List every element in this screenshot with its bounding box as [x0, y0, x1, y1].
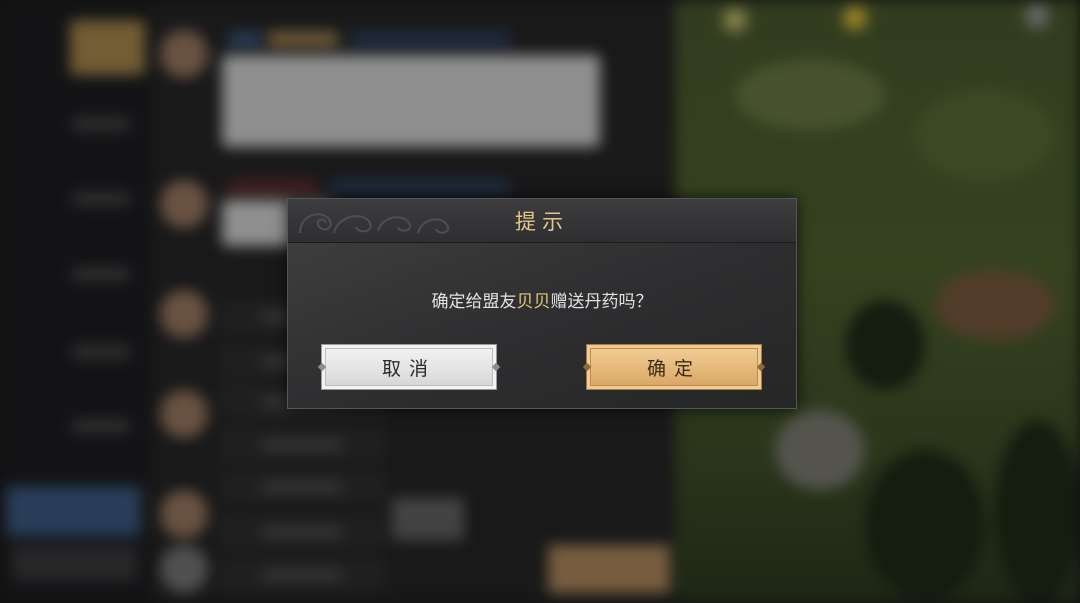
dialog-message: 确定给盟友贝贝赠送丹药吗？ — [288, 287, 796, 312]
diamond-corner-icon — [317, 362, 327, 372]
diamond-corner-icon — [582, 362, 592, 372]
confirm-dialog: 提示 确定给盟友贝贝赠送丹药吗？ 取消 确定 — [287, 198, 797, 409]
diamond-corner-icon — [491, 362, 501, 372]
dialog-title: 提示 — [515, 210, 569, 234]
diamond-corner-icon — [756, 362, 766, 372]
dialog-header: 提示 — [288, 199, 796, 243]
message-prefix: 确定给盟友 — [431, 292, 517, 312]
cancel-button[interactable]: 取消 — [317, 344, 501, 390]
confirm-button[interactable]: 确定 — [582, 344, 766, 390]
message-suffix: 赠送丹药吗？ — [550, 292, 653, 312]
confirm-button-label: 确定 — [646, 357, 701, 380]
player-name: 贝贝 — [516, 292, 551, 312]
cancel-button-label: 取消 — [381, 357, 436, 380]
